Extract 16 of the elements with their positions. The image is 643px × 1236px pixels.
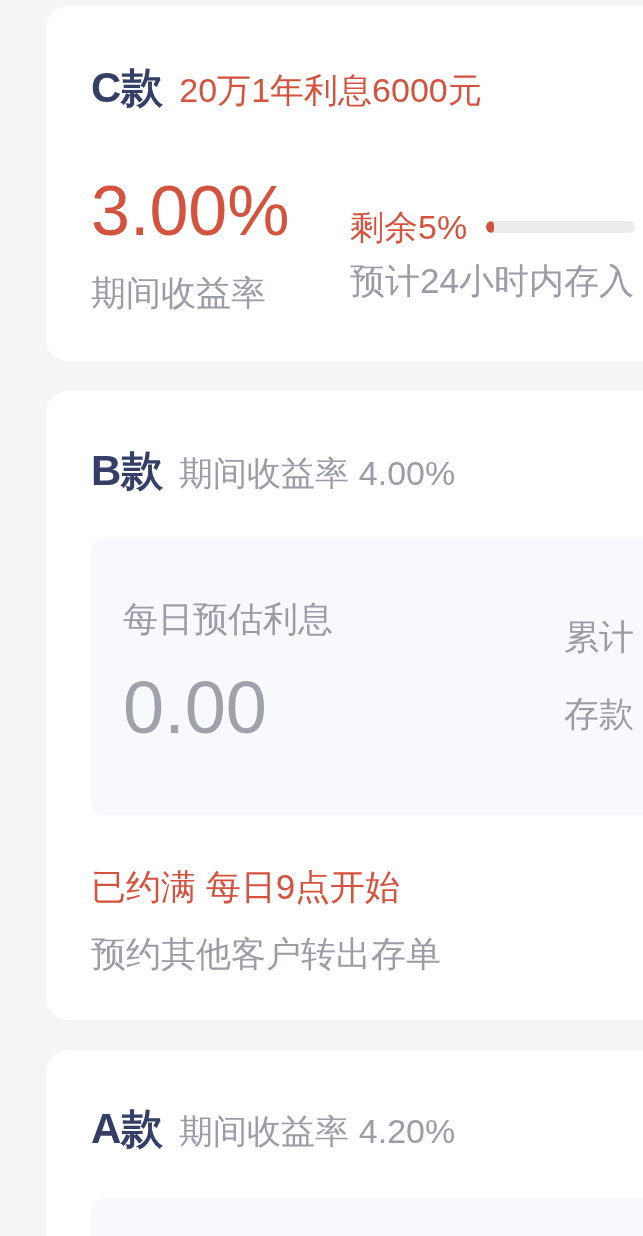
product-name: C款: [91, 63, 164, 113]
product-tagline: 期间收益率 4.20%: [179, 1111, 456, 1152]
stat-label: 累计: [564, 616, 634, 658]
rate-label: 期间收益率: [91, 272, 266, 314]
product-tagline: 20万1年利息6000元: [179, 70, 482, 111]
status-text: 已约满 每日9点开始: [91, 866, 401, 908]
stat-label: 每日预估利息: [123, 598, 333, 640]
stat-label: 存款: [564, 693, 634, 735]
product-name: A款: [91, 1104, 164, 1154]
product-tagline: 期间收益率 4.00%: [179, 453, 456, 494]
product-name: B款: [91, 446, 164, 496]
stat-value: 0.00: [123, 671, 268, 745]
remaining-label: 剩余5%: [350, 207, 468, 248]
booking-note: 预约其他客户转出存单: [91, 933, 441, 975]
rate-value: 3.00%: [91, 176, 290, 246]
deposit-note: 预计24小时内存入: [350, 259, 634, 302]
